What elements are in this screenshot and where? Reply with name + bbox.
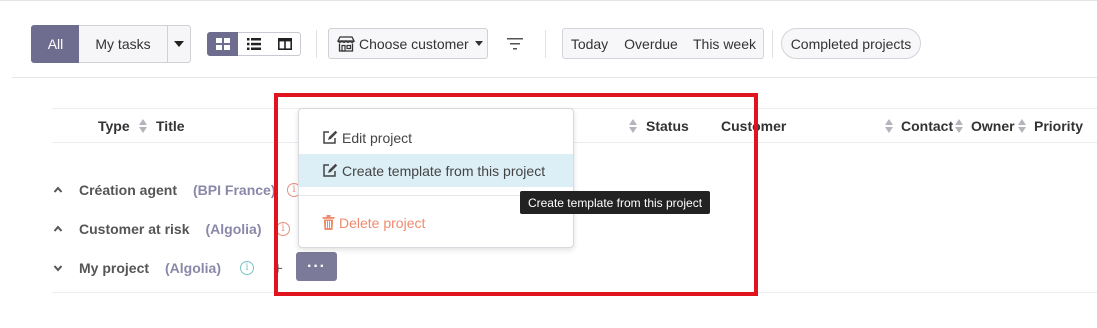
caret-down-icon xyxy=(174,41,184,47)
choose-customer-label: Choose customer xyxy=(359,35,469,52)
caret-down-icon xyxy=(474,41,483,46)
column-header-type[interactable]: Type xyxy=(98,118,130,134)
choose-customer-dropdown[interactable]: Choose customer xyxy=(328,28,488,59)
split-view-icon xyxy=(277,38,292,50)
group-customer: (Algolia) xyxy=(165,260,222,276)
split-view-button[interactable] xyxy=(269,32,301,56)
column-header-priority[interactable]: Priority xyxy=(1034,118,1083,134)
filter-today-button[interactable]: Today xyxy=(562,28,617,59)
sort-icon[interactable] xyxy=(955,118,964,134)
list-view-button[interactable] xyxy=(238,32,270,56)
scope-dropdown-button[interactable] xyxy=(167,25,191,63)
group-customer: (Algolia) xyxy=(205,221,262,237)
filter-icon[interactable] xyxy=(506,37,524,51)
sort-icon[interactable] xyxy=(1018,118,1027,134)
sort-icon[interactable] xyxy=(139,118,148,134)
group-name: Customer at risk xyxy=(79,221,190,237)
highlight-annotation-box xyxy=(274,93,758,296)
scope-my-tasks-button[interactable]: My tasks xyxy=(79,25,168,63)
chevron-down-icon[interactable] xyxy=(53,263,63,273)
filter-this-week-button[interactable]: This week xyxy=(686,28,764,59)
chevron-up-icon[interactable] xyxy=(53,185,63,195)
grid-view-button[interactable] xyxy=(207,32,239,56)
grid-view-icon xyxy=(216,38,230,50)
list-view-icon xyxy=(246,38,261,50)
column-header-owner[interactable]: Owner xyxy=(971,118,1015,134)
info-icon[interactable]: i xyxy=(240,261,254,275)
chevron-up-icon[interactable] xyxy=(53,224,63,234)
sort-icon[interactable] xyxy=(885,118,894,134)
group-name: My project xyxy=(79,260,150,276)
toolbar-divider xyxy=(545,30,546,58)
column-header-contact[interactable]: Contact xyxy=(901,118,953,134)
column-header-title[interactable]: Title xyxy=(156,118,185,134)
top-border xyxy=(0,0,1097,1)
toolbar-bottom-divider xyxy=(12,77,1097,78)
toolbar-divider xyxy=(772,30,773,58)
group-name: Création agent xyxy=(79,182,178,198)
group-row[interactable]: My project (Algolia) xyxy=(52,258,221,278)
filter-overdue-button[interactable]: Overdue xyxy=(616,28,687,59)
group-row[interactable]: Customer at risk (Algolia) xyxy=(52,219,261,239)
group-row[interactable]: Création agent (BPI France) xyxy=(52,180,275,200)
group-customer: (BPI France) xyxy=(193,182,276,198)
scope-all-button[interactable]: All xyxy=(31,25,80,63)
completed-projects-toggle[interactable]: Completed projects xyxy=(781,28,921,59)
store-icon xyxy=(337,35,355,52)
toolbar-divider xyxy=(316,30,317,58)
